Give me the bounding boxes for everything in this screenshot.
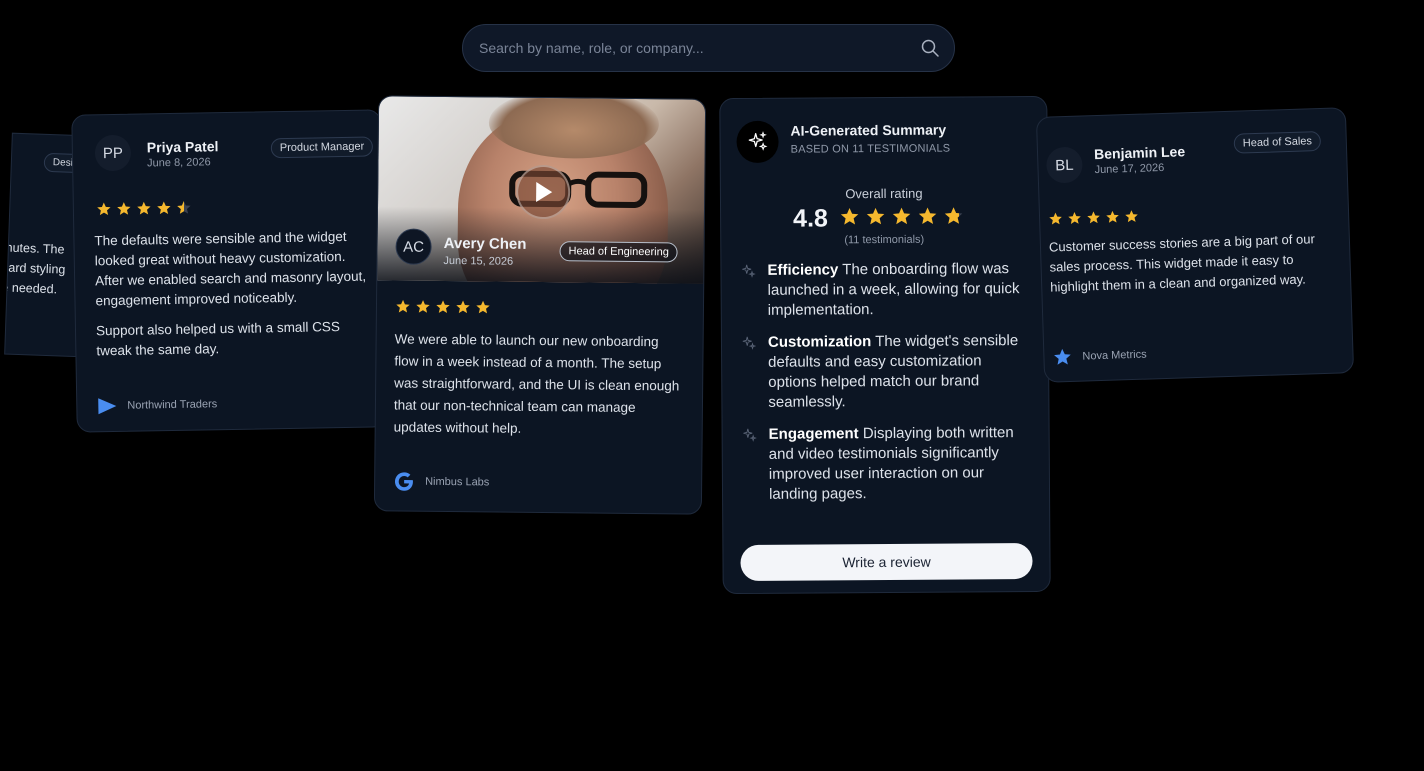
role-badge: Head of Sales — [1233, 130, 1322, 154]
search-icon[interactable] — [920, 38, 940, 58]
author-name: Benjamin Lee — [1093, 143, 1186, 163]
insight-title: Engagement — [768, 425, 859, 443]
company: Nova Metrics — [1052, 345, 1147, 368]
company: Northwind Traders — [97, 395, 217, 415]
star-icon — [456, 300, 470, 314]
testimonial-text: Customer success stories are a big part … — [1048, 231, 1315, 295]
video-thumbnail[interactable]: AC Avery Chen June 15, 2026 Head of Engi… — [377, 96, 707, 284]
partial-star-icon — [944, 207, 963, 224]
company: Nimbus Labs — [393, 470, 489, 493]
author-name: Avery Chen — [443, 234, 527, 253]
star-icon — [866, 207, 885, 225]
star-icon — [396, 299, 410, 313]
write-review-button[interactable]: Write a review — [740, 542, 1033, 582]
testimonial-card-priya-patel[interactable]: PP Priya Patel June 8, 2026 Product Mana… — [71, 109, 387, 433]
insight-title: Efficiency — [767, 261, 839, 279]
star-icon — [476, 300, 490, 314]
ai-summary-card: AI-Generated Summary BASED ON 11 TESTIMO… — [719, 95, 1051, 595]
avatar: AC — [395, 228, 432, 265]
summary-title: AI-Generated Summary — [790, 121, 947, 139]
star-icon — [1049, 212, 1062, 225]
insight-customization: Customization The widget's sensible defa… — [742, 331, 1033, 413]
play-icon — [536, 181, 553, 202]
search-input[interactable] — [479, 25, 899, 71]
star-rating — [1048, 209, 1139, 227]
summary-subtitle: BASED ON 11 TESTIMONIALS — [790, 142, 951, 156]
role-badge: Head of Engineering — [559, 241, 678, 263]
sparkle-icon — [742, 336, 757, 350]
review-date: June 8, 2026 — [147, 156, 211, 170]
insight-title: Customization — [767, 333, 872, 351]
testimonial-text: The defaults were sensible and the widge… — [94, 228, 367, 309]
company-name: Nimbus Labs — [425, 475, 490, 489]
star-icon — [892, 207, 911, 225]
star-logo-icon — [1054, 348, 1071, 365]
avatar: BL — [1045, 146, 1083, 184]
star-icon — [1068, 212, 1081, 224]
ai-badge — [736, 120, 779, 164]
half-star-icon — [177, 201, 191, 214]
author-name: Priya Patel — [146, 138, 219, 156]
company-name: Nova Metrics — [1082, 348, 1147, 363]
insight-engagement: Engagement Displaying both written and v… — [743, 423, 1034, 505]
star-icon — [1087, 211, 1100, 224]
star-icon — [416, 300, 430, 313]
sparkles-icon — [748, 131, 768, 151]
star-icon — [97, 202, 111, 216]
company-name: Northwind Traders — [127, 398, 218, 412]
testimonial-count: (11 testimonials) — [844, 233, 925, 247]
star-rating — [839, 205, 964, 227]
testimonial-card-benjamin-lee[interactable]: BL Benjamin Lee June 17, 2026 Head of Sa… — [1035, 107, 1355, 383]
review-date: June 17, 2026 — [1094, 161, 1165, 177]
star-icon — [117, 202, 131, 215]
overall-score: 4.8 — [793, 204, 828, 233]
sparkle-icon — [743, 428, 757, 442]
google-g-logo-icon — [394, 472, 413, 491]
testimonial-text: inutes. The card styling e needed. — [4, 240, 66, 297]
role-badge: Product Manager — [270, 136, 374, 159]
star-icon — [840, 207, 859, 225]
star-icon — [137, 201, 151, 215]
play-triangle-logo-icon — [98, 398, 117, 415]
testimonial-text: We were able to launch our new onboardin… — [393, 331, 680, 436]
star-icon — [436, 300, 450, 313]
overall-rating-label: Overall rating — [845, 185, 923, 202]
insight-efficiency: Efficiency The onboarding flow was launc… — [741, 259, 1031, 321]
star-icon — [1125, 210, 1138, 223]
search-bar[interactable] — [462, 24, 955, 72]
star-rating — [395, 298, 491, 315]
star-rating — [96, 200, 192, 218]
sparkle-icon — [742, 264, 756, 278]
testimonial-text-2: Support also helped us with a small CSS … — [95, 319, 341, 359]
star-icon — [157, 201, 171, 215]
play-button[interactable] — [515, 164, 571, 220]
star-icon — [918, 207, 937, 225]
avatar: PP — [94, 134, 132, 172]
review-date: June 15, 2026 — [443, 254, 514, 268]
star-icon — [1106, 210, 1119, 223]
testimonial-card-avery-chen[interactable]: AC Avery Chen June 15, 2026 Head of Engi… — [373, 95, 707, 515]
